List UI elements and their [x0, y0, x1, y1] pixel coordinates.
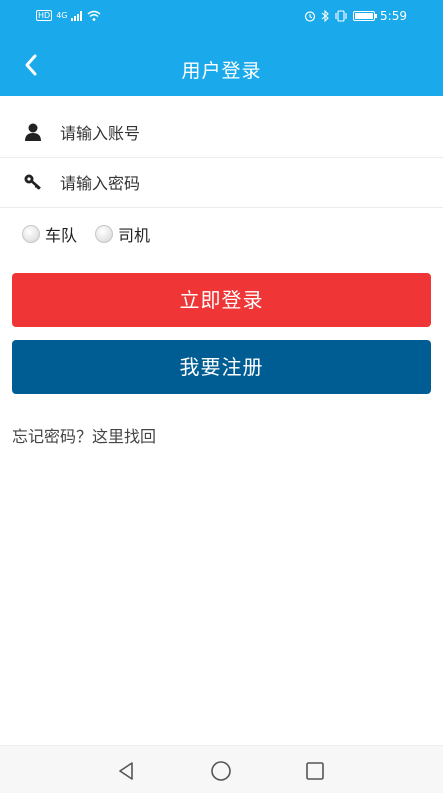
role-label-driver: 司机: [118, 226, 151, 245]
radio-button[interactable]: [95, 225, 114, 243]
nav-recents-icon[interactable]: [303, 759, 327, 783]
account-row: [0, 108, 443, 158]
vibrate-icon: [335, 10, 347, 22]
role-option-driver[interactable]: 司机: [95, 222, 150, 246]
role-label-fleet: 车队: [45, 226, 78, 245]
role-option-fleet[interactable]: 车队: [22, 222, 77, 246]
account-input[interactable]: [60, 118, 420, 148]
register-button[interactable]: 我要注册: [12, 340, 431, 394]
status-bar: HD 4G 5:59: [0, 0, 443, 36]
forgot-password-link[interactable]: 忘记密码？这里找回: [12, 423, 156, 447]
status-left: HD 4G: [36, 10, 101, 21]
bluetooth-icon: [321, 10, 329, 22]
page-title: 用户登录: [181, 60, 262, 82]
nav-back-icon[interactable]: [114, 759, 138, 783]
user-icon: [25, 123, 41, 141]
title-bar: 用户登录: [0, 36, 443, 96]
role-selector: 车队 司机: [22, 222, 168, 246]
status-time: 5:59: [380, 9, 407, 23]
password-input[interactable]: [60, 168, 420, 198]
alarm-icon: [304, 11, 316, 22]
network-type: 4G: [56, 11, 68, 20]
nav-home-icon[interactable]: [209, 759, 233, 783]
wifi-icon: [88, 10, 101, 21]
login-button[interactable]: 立即登录: [12, 273, 431, 327]
battery-icon: [353, 11, 378, 21]
navigation-bar: [0, 745, 443, 793]
status-right: 5:59: [304, 9, 407, 23]
hd-badge: HD: [36, 10, 53, 21]
password-row: [0, 158, 443, 208]
radio-button[interactable]: [22, 225, 40, 243]
signal-icon: [71, 10, 83, 21]
key-icon: [24, 174, 41, 190]
